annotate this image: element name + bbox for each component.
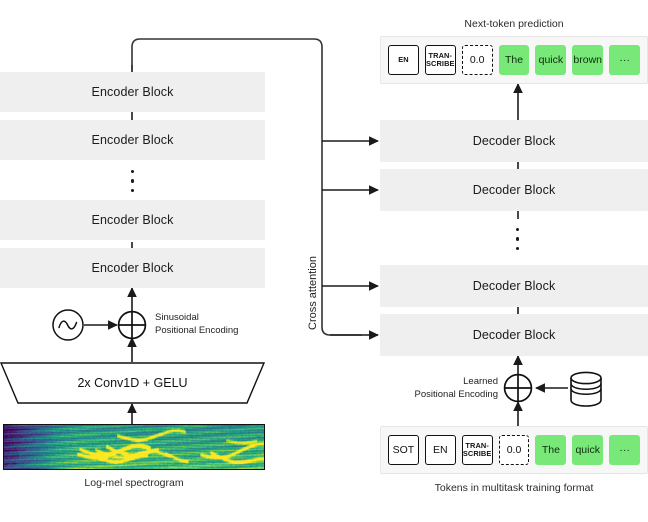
input-tokens-strip: SOT EN TRAN- SCRIBE 0.0 The quick ···: [380, 426, 648, 474]
encoder-block-label: Encoder Block: [91, 85, 174, 99]
input-token-text: SCRIBE: [462, 449, 492, 458]
output-token: ···: [609, 45, 641, 75]
decoder-block-label: Decoder Block: [472, 183, 556, 197]
decoder-block-1: Decoder Block: [380, 120, 648, 162]
encoder-block-1: Encoder Block: [0, 72, 265, 112]
output-token-text: brown: [573, 53, 603, 66]
output-token-text: The: [504, 53, 524, 66]
input-token: ···: [609, 435, 641, 465]
conv1d-gelu-label: 2x Conv1D + GELU: [77, 376, 188, 390]
input-token-text: SOT: [392, 443, 415, 456]
input-token-text: ···: [619, 443, 630, 456]
output-token-text: 0.0: [469, 53, 485, 66]
learned-positional-encoding-label: Learned Positional Encoding: [394, 375, 498, 401]
output-token: brown: [572, 45, 604, 75]
decoder-block-label: Decoder Block: [472, 279, 556, 293]
log-mel-spectrogram-caption: Log-mel spectrogram: [84, 477, 184, 489]
encoder-block-2: Encoder Block: [0, 120, 265, 160]
output-token-text: ···: [619, 53, 630, 66]
sinusoidal-pe-line1: Sinusoidal: [155, 312, 199, 323]
next-token-prediction-caption: Next-token prediction: [464, 18, 564, 30]
output-token: EN: [388, 45, 419, 75]
log-mel-spectrogram-image: [3, 424, 265, 470]
encoder-block-3: Encoder Block: [0, 200, 265, 240]
input-token: TRAN- SCRIBE: [461, 435, 493, 465]
input-token-text: quick: [575, 443, 600, 456]
input-token-text: The: [541, 443, 560, 456]
input-token: The: [535, 435, 567, 465]
database-cylinder-icon: [568, 370, 604, 408]
encoder-block-label: Encoder Block: [91, 213, 174, 227]
encoder-block-4: Encoder Block: [0, 248, 265, 288]
output-token-text: SCRIBE: [426, 59, 455, 68]
decoder-block-label: Decoder Block: [472, 328, 556, 342]
output-token: quick: [535, 45, 567, 75]
output-token: The: [498, 45, 530, 75]
input-token: EN: [424, 435, 456, 465]
sinusoidal-pe-line2: Positional Encoding: [155, 325, 239, 336]
input-token: SOT: [388, 435, 419, 465]
whisper-architecture-diagram: Encoder Block Encoder Block Encoder Bloc…: [0, 0, 648, 522]
output-token: 0.0: [461, 45, 493, 75]
learned-pe-line1: Learned: [463, 376, 498, 387]
conv1d-gelu-block: 2x Conv1D + GELU: [0, 362, 265, 404]
next-token-prediction-strip: EN TRAN- SCRIBE 0.0 The quick brown ···: [380, 36, 648, 84]
decoder-block-3: Decoder Block: [380, 265, 648, 307]
output-token-text: quick: [538, 53, 564, 66]
encoder-add-operator-icon: [117, 310, 147, 340]
learned-pe-line2: Positional Encoding: [414, 389, 498, 400]
input-token-text: EN: [432, 443, 448, 456]
input-token: 0.0: [498, 435, 530, 465]
output-token-text: EN: [398, 54, 409, 64]
input-token: quick: [572, 435, 604, 465]
encoder-block-label: Encoder Block: [91, 133, 174, 147]
input-token-text: 0.0: [506, 443, 522, 456]
decoder-block-label: Decoder Block: [472, 134, 556, 148]
decoder-block-4: Decoder Block: [380, 314, 648, 356]
sinusoidal-positional-encoding-label: Sinusoidal Positional Encoding: [155, 311, 275, 337]
output-token: TRAN- SCRIBE: [424, 45, 456, 75]
decoder-block-2: Decoder Block: [380, 169, 648, 211]
encoder-ellipsis-icon: [130, 170, 135, 192]
decoder-ellipsis-icon: [515, 228, 520, 250]
decoder-add-operator-icon: [503, 373, 533, 403]
sine-wave-circle-icon: [52, 309, 84, 341]
input-tokens-caption: Tokens in multitask training format: [434, 482, 594, 494]
encoder-block-label: Encoder Block: [91, 261, 174, 275]
